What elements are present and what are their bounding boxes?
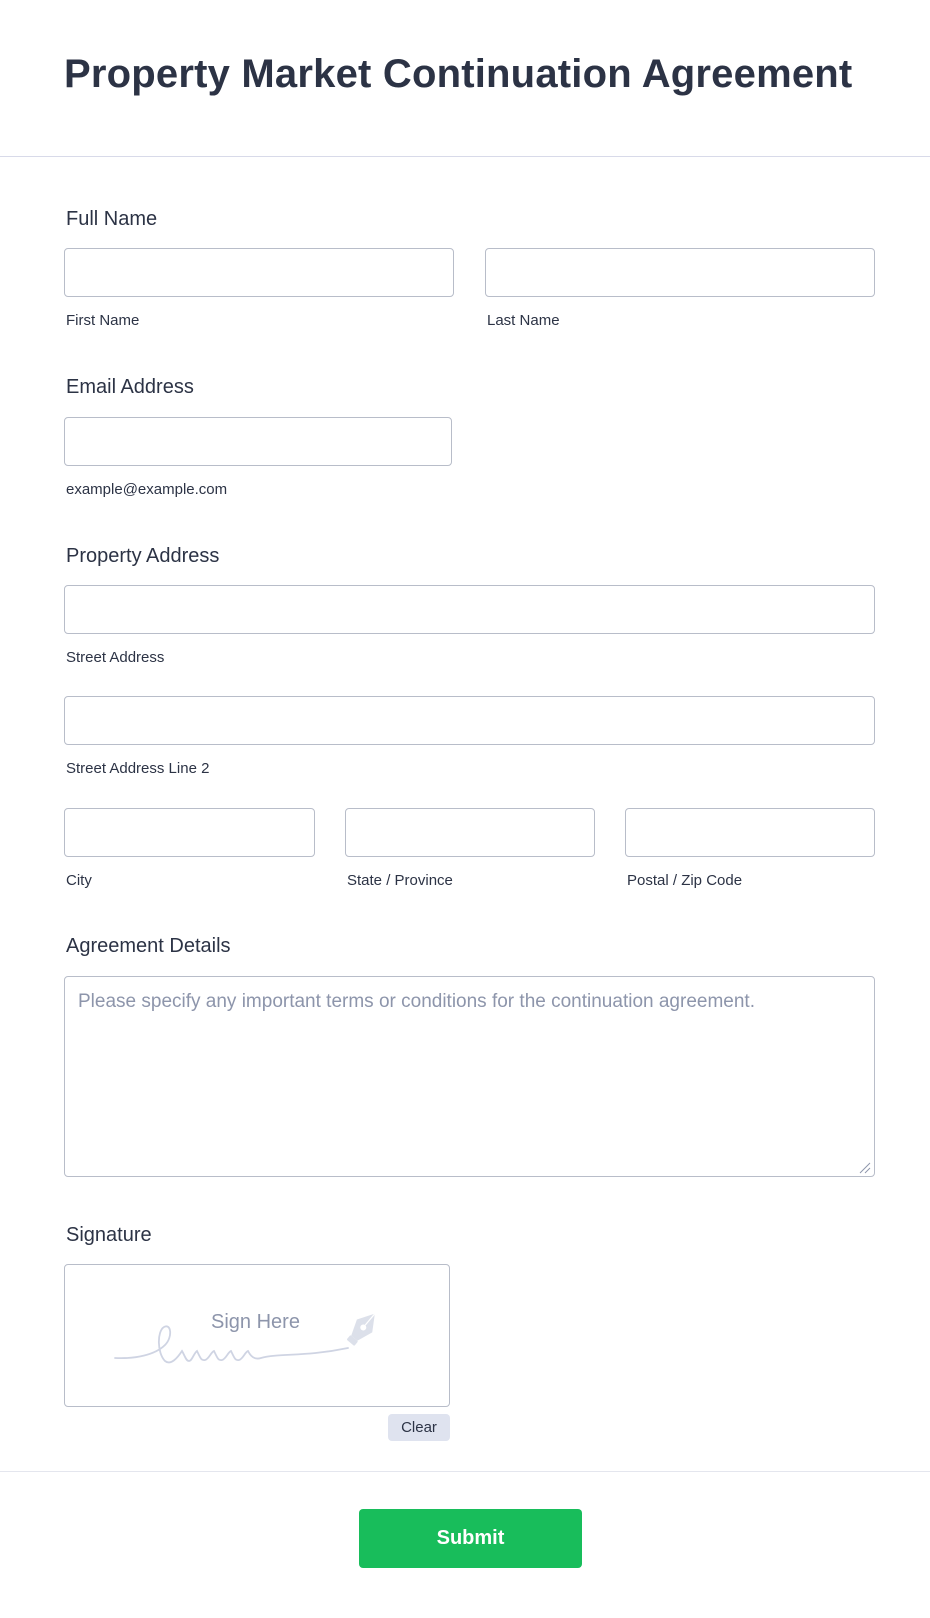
- email-sublabel: example@example.com: [66, 481, 228, 498]
- first-name-sublabel: First Name: [66, 312, 140, 329]
- last-name-sublabel: Last Name: [487, 312, 560, 329]
- submit-button[interactable]: Submit: [359, 1509, 582, 1568]
- street-address-input[interactable]: [64, 585, 875, 634]
- form-header: Property Market Continuation Agreement: [0, 0, 930, 157]
- clear-signature-button[interactable]: Clear: [388, 1414, 450, 1441]
- footer-divider: [0, 1471, 930, 1472]
- page-title: Property Market Continuation Agreement: [64, 52, 853, 96]
- full-name-label: Full Name: [66, 208, 158, 230]
- city-input[interactable]: [64, 808, 315, 857]
- email-label: Email Address: [66, 376, 194, 398]
- signature-label: Signature: [66, 1224, 152, 1246]
- resize-grip-icon[interactable]: [859, 1162, 871, 1174]
- pen-nib-icon: [347, 1313, 376, 1346]
- form-container: Property Market Continuation Agreement F…: [0, 0, 930, 1618]
- street-address-line2-sublabel: Street Address Line 2: [66, 760, 210, 777]
- last-name-input[interactable]: [485, 248, 875, 297]
- city-sublabel: City: [66, 872, 92, 889]
- state-province-sublabel: State / Province: [347, 872, 453, 889]
- property-address-label: Property Address: [66, 545, 220, 567]
- state-province-input[interactable]: [345, 808, 595, 857]
- first-name-input[interactable]: [64, 248, 454, 297]
- agreement-details-textarea[interactable]: [64, 976, 875, 1177]
- email-input[interactable]: [64, 417, 452, 466]
- signature-scribble-icon: [114, 1325, 349, 1364]
- street-address-line2-input[interactable]: [64, 696, 875, 745]
- agreement-details-label: Agreement Details: [66, 935, 231, 957]
- postal-code-sublabel: Postal / Zip Code: [627, 872, 743, 889]
- signature-pad[interactable]: Sign Here: [64, 1264, 450, 1407]
- street-address-sublabel: Street Address: [66, 649, 165, 666]
- postal-code-input[interactable]: [625, 808, 875, 857]
